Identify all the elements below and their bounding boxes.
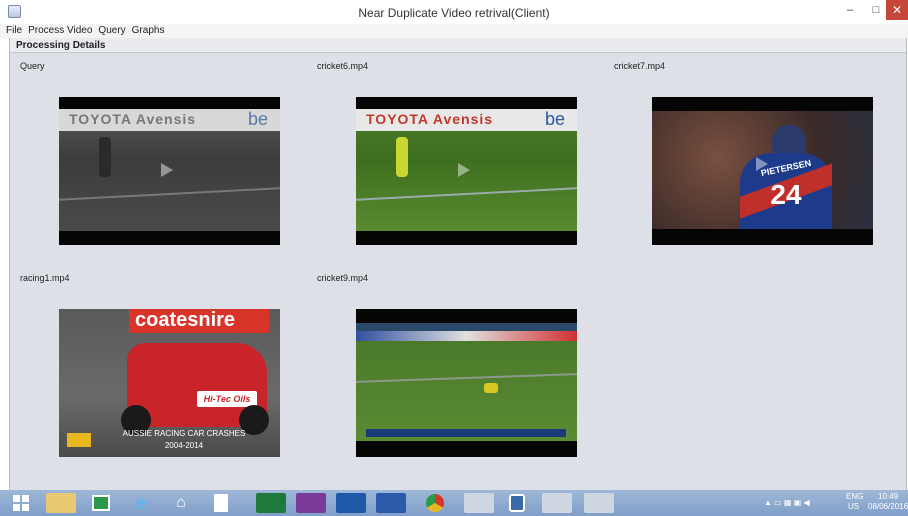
virtualbox-icon[interactable] <box>502 493 532 513</box>
panel-title: Processing Details <box>10 38 906 53</box>
banner-text: coatesnire <box>135 309 236 331</box>
banner-text: TOYOTA Avensis <box>69 111 197 127</box>
replay-badge <box>67 433 91 447</box>
video-label-cricket6: cricket6.mp4 <box>317 61 369 71</box>
fielder-figure <box>484 383 498 393</box>
banner-text: TOYOTA Avensis <box>366 111 494 127</box>
menu-graphs[interactable]: Graphs <box>129 24 168 38</box>
title-bar: Near Duplicate Video retrival(Client) – … <box>0 0 908 24</box>
car-sponsor-text: Hi-Tec Oils <box>197 391 257 407</box>
tray-icons[interactable]: ▲ ▭ ▦ ▣ ◀ <box>764 498 810 507</box>
video-frame: TOYOTA Avensis be <box>356 109 577 231</box>
score-bar <box>366 429 566 437</box>
tray-region: US <box>848 502 860 511</box>
chrome-icon[interactable] <box>420 493 450 513</box>
store-icon[interactable] <box>86 493 116 513</box>
fielder-figure <box>396 137 408 177</box>
menu-process-video[interactable]: Process Video <box>25 24 95 38</box>
menu-bar: File Process Video Query Graphs <box>0 24 908 38</box>
video-thumbnail-query[interactable]: TOYOTA Avensis be <box>59 97 280 245</box>
processing-details-panel: Processing Details Query cricket6.mp4 cr… <box>9 38 907 490</box>
menu-query[interactable]: Query <box>95 24 128 38</box>
video-frame: TOYOTA Avensis be <box>59 109 280 231</box>
batsman-jersey: PIETERSEN 24 <box>740 153 832 229</box>
clock-date: 08/06/2016 <box>868 502 908 511</box>
play-icon <box>458 163 470 177</box>
document-icon[interactable] <box>206 493 236 513</box>
media-icon[interactable] <box>464 493 494 513</box>
java-icon[interactable] <box>584 493 614 513</box>
play-icon <box>756 157 768 171</box>
video-thumbnail-cricket7[interactable]: PIETERSEN 24 <box>652 97 873 245</box>
boundary-rope <box>59 187 280 201</box>
word-icon[interactable] <box>376 493 406 513</box>
video-caption-title: AUSSIE RACING CAR CRASHES <box>122 429 246 438</box>
minimize-button[interactable]: – <box>836 0 864 20</box>
home-icon[interactable]: ⌂ <box>166 493 196 513</box>
video-label-cricket9: cricket9.mp4 <box>317 273 369 283</box>
file-explorer-icon[interactable] <box>46 493 76 513</box>
video-thumbnail-cricket9[interactable] <box>356 309 577 457</box>
clock-time[interactable]: 10:49 <box>878 492 898 501</box>
windows-start-icon[interactable] <box>6 493 36 513</box>
video-thumbnail-cricket6[interactable]: TOYOTA Avensis be <box>356 97 577 245</box>
video-frame <box>356 323 577 441</box>
banner-mark: be <box>247 109 268 129</box>
helmet <box>772 125 806 153</box>
java-icon[interactable] <box>542 493 572 513</box>
video-caption-years: 2004-2014 <box>164 441 204 450</box>
video-label-cricket7: cricket7.mp4 <box>614 61 666 71</box>
sponsor-banner: coatesnire <box>129 309 269 333</box>
video-frame: PIETERSEN 24 <box>652 111 873 229</box>
taskbar: e ⌂ ▲ ▭ ▦ ▣ ◀ ENG US 10:49 08/06/2016 <box>0 490 908 516</box>
video-thumbnail-racing1[interactable]: coatesnire Hi-Tec Oils AUSSIE RACING CAR… <box>59 309 280 457</box>
sponsor-banner: TOYOTA Avensis be <box>356 109 577 131</box>
play-icon <box>161 163 173 177</box>
window-title: Near Duplicate Video retrival(Client) <box>358 6 550 20</box>
tray-language[interactable]: ENG <box>846 492 863 501</box>
video-label-racing1: racing1.mp4 <box>20 273 70 283</box>
close-button[interactable]: ✕ <box>886 0 908 20</box>
video-frame: coatesnire Hi-Tec Oils AUSSIE RACING CAR… <box>59 309 280 457</box>
boundary-rope <box>356 373 577 383</box>
advertising-boards <box>356 331 577 341</box>
onenote-icon[interactable] <box>296 493 326 513</box>
internet-explorer-icon[interactable]: e <box>126 493 156 513</box>
boundary-rope <box>356 187 577 201</box>
jersey-number: 24 <box>770 179 802 210</box>
excel-icon[interactable] <box>256 493 286 513</box>
fielder-figure <box>99 137 111 177</box>
outlook-icon[interactable] <box>336 493 366 513</box>
video-label-query: Query <box>20 61 45 71</box>
menu-file[interactable]: File <box>3 24 25 38</box>
banner-mark: be <box>544 109 565 129</box>
sponsor-banner: TOYOTA Avensis be <box>59 109 280 131</box>
